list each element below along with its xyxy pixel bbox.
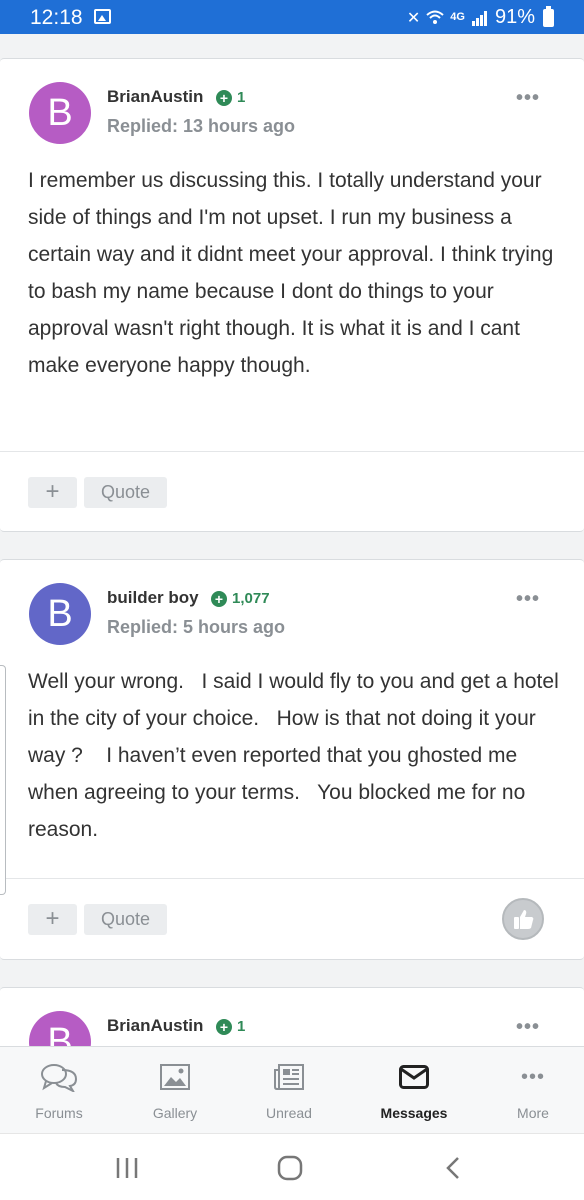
post-card: B builder boy + 1,077 Replied: 5 hours a… [0,559,584,960]
more-icon: ••• [520,1065,545,1088]
nav-label: Gallery [152,1105,198,1121]
plus-circle-icon: + [211,590,227,607]
image-icon [94,9,111,24]
post-divider [0,878,584,879]
add-reaction-button[interactable]: + [28,477,77,508]
reply-time: Replied: 5 hours ago [107,617,286,637]
network-type: 4G [450,11,465,23]
post-divider [0,451,584,452]
reputation-count: 1 [237,1018,246,1035]
nav-messages[interactable]: Messages [359,1061,469,1121]
system-nav-bar [0,1133,584,1200]
post-options-button[interactable]: ••• [516,588,540,611]
avatar[interactable]: B [29,82,91,144]
like-button[interactable] [502,898,544,940]
author-name[interactable]: BrianAustin [107,1016,203,1036]
unread-icon [274,1064,304,1090]
home-icon[interactable] [277,1155,303,1181]
nav-label: Forums [35,1105,83,1121]
nav-label: More [517,1105,549,1121]
avatar[interactable]: B [29,583,91,645]
author-name[interactable]: builder boy [107,588,199,608]
nav-label: Messages [380,1105,448,1121]
mute-icon: ✕ [406,9,421,27]
side-drawer-handle[interactable] [0,665,6,895]
post-feed[interactable]: B BrianAustin + 1 Replied: 13 hours ago … [0,34,584,1046]
avatar[interactable]: B [29,1011,91,1046]
thumbs-up-icon [514,910,534,929]
status-indicators: ✕ 4G 91% [406,5,554,29]
signal-icon [471,10,487,26]
forums-icon [41,1064,78,1092]
post-content: I remember us discussing this. I totally… [28,169,554,377]
add-reaction-button[interactable]: + [28,904,77,935]
quote-button[interactable]: Quote [84,904,167,935]
reputation-badge: + 1,077 [211,590,270,607]
messages-icon [399,1065,429,1089]
status-bar: 12:18 ✕ 4G 91% [0,0,584,34]
bottom-nav: Forums Gallery Unread Messages ••• More [0,1046,584,1133]
nav-forums[interactable]: Forums [4,1061,114,1121]
plus-circle-icon: + [216,1018,232,1035]
quote-button[interactable]: Quote [84,477,167,508]
post-options-button[interactable]: ••• [516,1016,540,1039]
nav-more[interactable]: ••• More [478,1061,584,1122]
post-card: B BrianAustin + 1 Replied: 13 hours ago … [0,58,584,532]
reputation-count: 1,077 [232,590,270,607]
reputation-badge: + 1 [216,89,245,106]
battery-percent: 91% [494,6,535,28]
back-icon[interactable] [444,1156,462,1180]
post-content: Well your wrong. I said I would fly to y… [28,670,565,841]
battery-icon [543,5,554,27]
gallery-icon [160,1064,190,1090]
reply-time: Replied: 13 hours ago [107,116,296,136]
nav-unread[interactable]: Unread [234,1061,344,1121]
status-time: 12:18 [30,6,83,29]
author-name[interactable]: BrianAustin [107,87,203,107]
reputation-badge: + 1 [216,1018,245,1035]
post-options-button[interactable]: ••• [516,87,540,110]
reputation-count: 1 [237,89,246,106]
post-card: B BrianAustin + 1 ••• [0,987,584,1046]
wifi-icon [426,10,444,24]
nav-gallery[interactable]: Gallery [120,1061,230,1121]
recent-apps-icon[interactable] [115,1156,139,1180]
nav-label: Unread [266,1105,312,1121]
plus-circle-icon: + [216,89,232,106]
